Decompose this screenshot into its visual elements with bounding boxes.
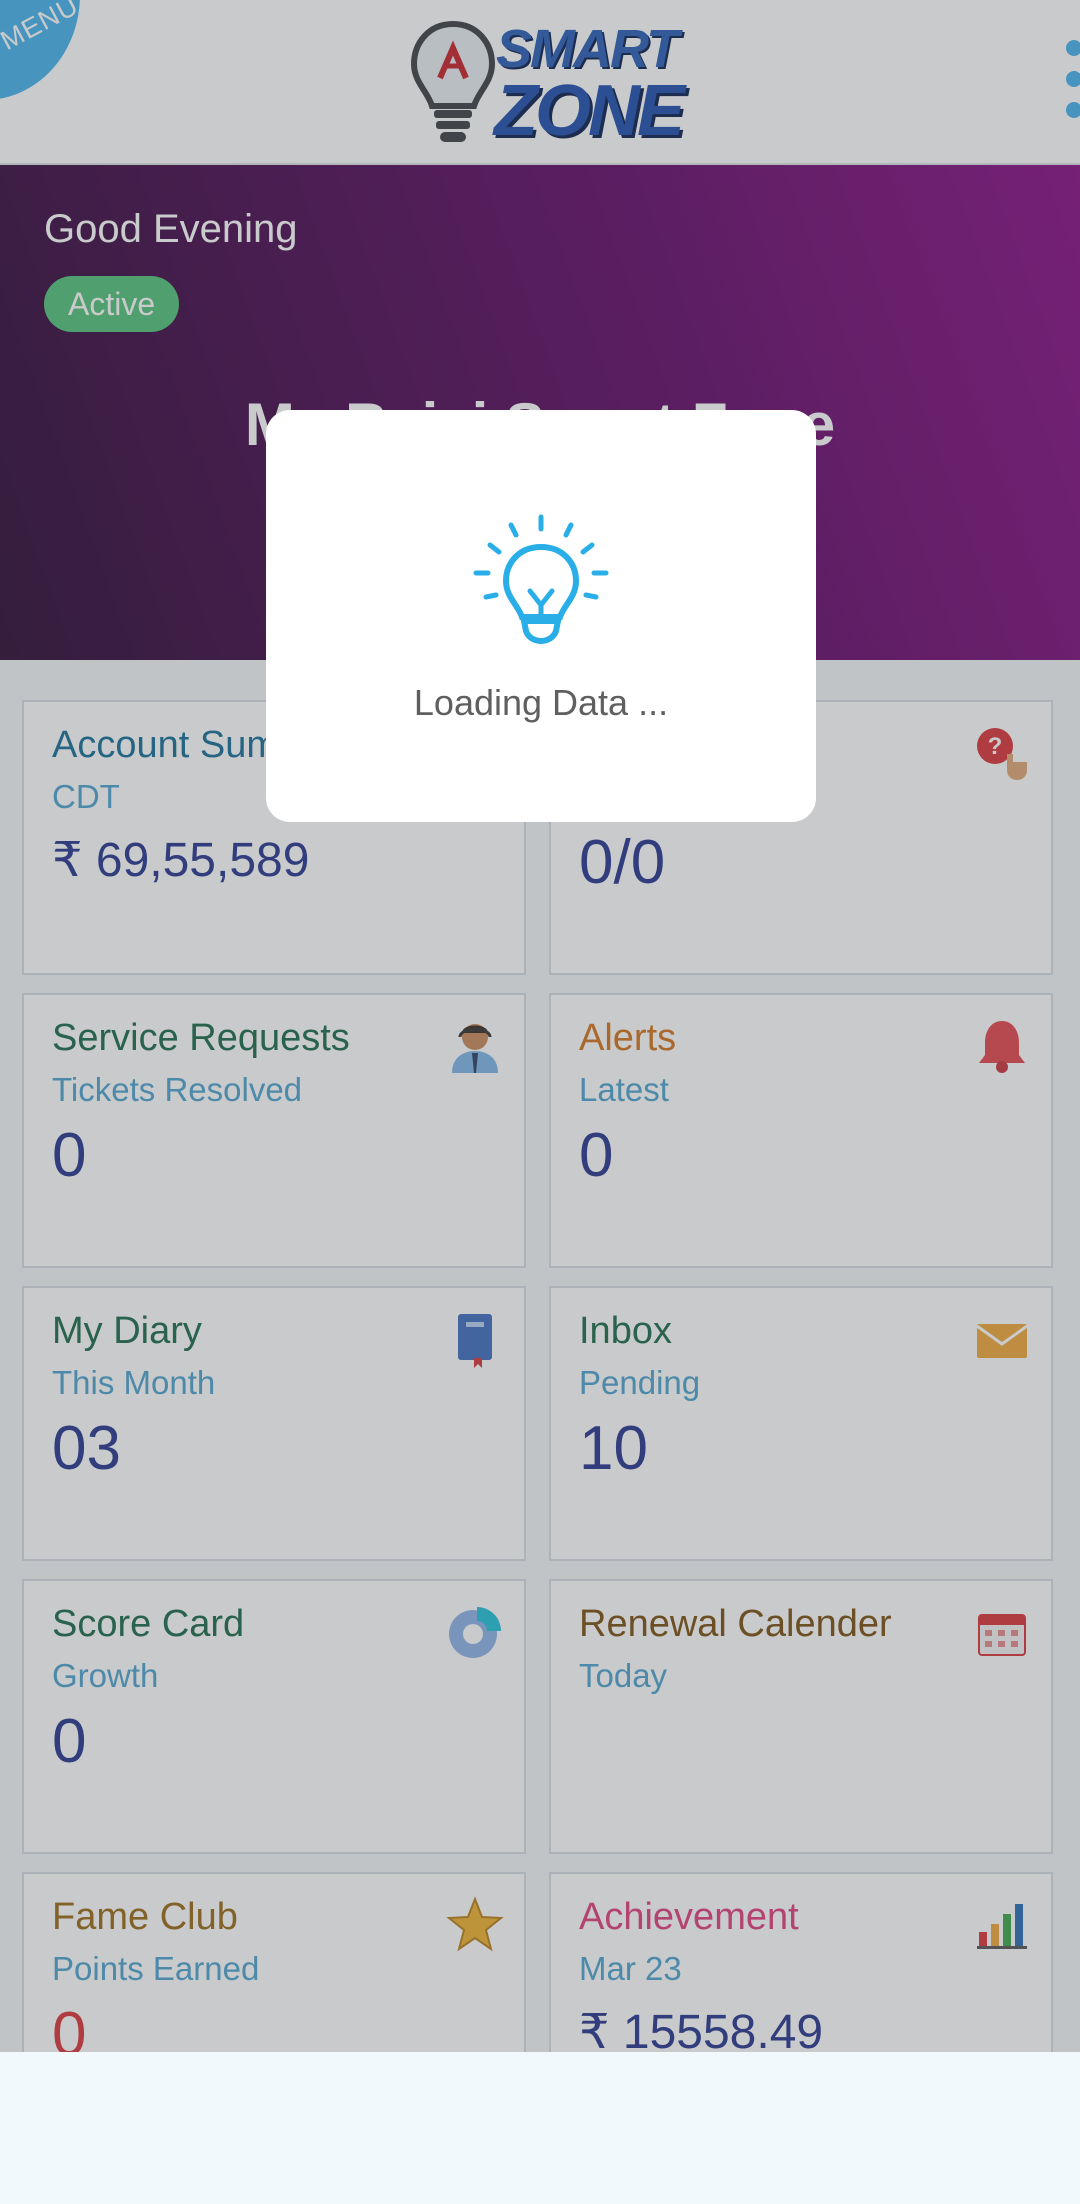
bottom-blank-area — [0, 2052, 1080, 2204]
loading-text: Loading Data ... — [413, 682, 669, 723]
app-screen: MENU SMART ZONE Good Evening Active My B… — [0, 0, 1080, 2052]
loading-overlay — [0, 0, 1080, 2052]
lightbulb-icon — [473, 514, 609, 645]
loading-dialog: Loading Data ... — [266, 410, 816, 822]
